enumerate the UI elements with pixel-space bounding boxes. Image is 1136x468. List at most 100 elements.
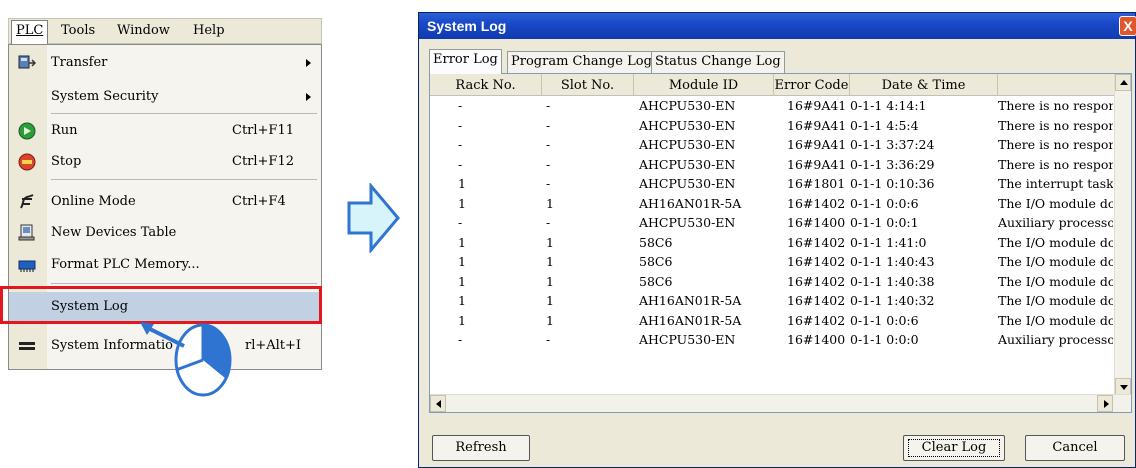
menu-item-label: Online Mode bbox=[51, 194, 136, 209]
table-row[interactable]: - - AHCPU530-EN 16#9A41 0-1-1 3:37:24 There i… bbox=[430, 135, 1114, 155]
cell-rack-no: 1 bbox=[458, 312, 466, 328]
menu-item-system-security[interactable]: System Security bbox=[9, 85, 321, 109]
cell-slot-no: 1 bbox=[546, 234, 554, 250]
run-icon bbox=[18, 122, 36, 140]
cell-rack-no: - bbox=[458, 137, 463, 152]
cell-error-code: 16#9A41 bbox=[787, 98, 847, 113]
system-info-icon bbox=[19, 342, 35, 350]
menu-item-shortcut: rl+Alt+I bbox=[245, 338, 302, 353]
cell-slot-no: 1 bbox=[546, 254, 554, 269]
cell-error-code: 16#1402 bbox=[787, 273, 846, 289]
scroll-right-button[interactable] bbox=[1097, 395, 1113, 412]
menu-bar: PLC Tools Window Help bbox=[8, 18, 322, 45]
transfer-icon bbox=[18, 55, 36, 69]
cell-error-code: 16#1402 bbox=[787, 254, 846, 269]
scroll-down-button[interactable] bbox=[1115, 378, 1131, 395]
cell-date-time: 0-1-1 3:37:24 bbox=[850, 137, 935, 152]
table-row[interactable]: 1 1 58C6 16#1402 0-1-1 1:40:38 The I/O module… bbox=[430, 272, 1114, 292]
column-header-error-code[interactable]: Error Code bbox=[774, 74, 850, 96]
cell-rack-no: 1 bbox=[458, 234, 466, 250]
cell-module-id: AHCPU530-EN bbox=[639, 98, 736, 113]
cell-error-code: 16#1801 bbox=[787, 176, 846, 191]
table-row[interactable]: - - AHCPU530-EN 16#9A41 0-1-1 4:5:4 There is … bbox=[430, 116, 1114, 136]
list-header: Rack No. Slot No. Module ID Error Code D… bbox=[430, 74, 1114, 96]
screenshot-stage: PLC Tools Window Help Transfer System Se… bbox=[0, 0, 1136, 468]
error-log-list[interactable]: Rack No. Slot No. Module ID Error Code D… bbox=[429, 73, 1132, 413]
horizontal-scrollbar[interactable] bbox=[430, 394, 1131, 412]
column-header-rack-no[interactable]: Rack No. bbox=[430, 74, 542, 96]
clear-log-button[interactable]: Clear Log bbox=[903, 435, 1005, 461]
cell-slot-no: - bbox=[546, 98, 551, 113]
cell-module-id: AHCPU530-EN bbox=[639, 215, 736, 230]
menubar-help[interactable]: Help bbox=[193, 23, 225, 38]
table-row[interactable]: - - AHCPU530-EN 16#1400 0-1-1 0:0:1 Auxiliary… bbox=[430, 213, 1114, 233]
menu-item-label: Transfer bbox=[51, 55, 108, 70]
cell-date-time: 0-1-1 0:0:6 bbox=[850, 195, 919, 211]
scroll-left-arrow-icon bbox=[436, 400, 441, 408]
tab-error-log[interactable]: Error Log bbox=[429, 49, 502, 74]
cell-error-code: 16#1402 bbox=[787, 293, 846, 308]
menubar-tools[interactable]: Tools bbox=[61, 23, 95, 38]
column-header-module-id[interactable]: Module ID bbox=[634, 74, 774, 96]
table-row[interactable]: 1 - AHCPU530-EN 16#1801 0-1-1 0:10:36 The int… bbox=[430, 174, 1114, 194]
cell-description: Auxiliary processo bbox=[998, 215, 1113, 230]
cell-date-time: 0-1-1 4:14:1 bbox=[850, 98, 927, 113]
cell-module-id: AHCPU530-EN bbox=[639, 117, 736, 133]
cell-slot-no: - bbox=[546, 156, 551, 172]
menu-item-run[interactable]: Run Ctrl+F11 bbox=[9, 119, 321, 143]
menu-item-label: New Devices Table bbox=[51, 225, 177, 240]
cell-date-time: 0-1-1 3:36:29 bbox=[850, 156, 935, 172]
cell-rack-no: 1 bbox=[458, 293, 466, 308]
column-header-slot-no[interactable]: Slot No. bbox=[542, 74, 634, 96]
cell-date-time: 0-1-1 0:0:6 bbox=[850, 312, 919, 328]
scroll-left-button[interactable] bbox=[430, 395, 446, 412]
column-header-description[interactable] bbox=[998, 74, 1114, 96]
table-row[interactable]: - - AHCPU530-EN 16#9A41 0-1-1 4:14:1 There is… bbox=[430, 96, 1114, 116]
refresh-button[interactable]: Refresh bbox=[432, 435, 530, 461]
menu-item-shortcut: Ctrl+F4 bbox=[232, 194, 286, 209]
menu-item-label: Stop bbox=[51, 154, 82, 169]
cell-slot-no: - bbox=[546, 215, 551, 230]
menu-item-format-plc-memory[interactable]: Format PLC Memory... bbox=[9, 253, 321, 277]
table-row[interactable]: 1 1 58C6 16#1402 0-1-1 1:41:0 The I/O module … bbox=[430, 233, 1114, 253]
close-button[interactable]: X bbox=[1119, 16, 1136, 36]
menu-item-online-mode[interactable]: Online Mode Ctrl+F4 bbox=[9, 190, 321, 214]
menu-item-label: Run bbox=[51, 123, 78, 138]
table-row[interactable]: 1 1 58C6 16#1402 0-1-1 1:40:43 The I/O module… bbox=[430, 252, 1114, 272]
tab-status-change-log[interactable]: Status Change Log bbox=[651, 51, 785, 73]
table-row[interactable]: - - AHCPU530-EN 16#1400 0-1-1 0:0:0 Auxiliary… bbox=[430, 330, 1114, 350]
menubar-window[interactable]: Window bbox=[117, 23, 170, 38]
right-arrow-icon bbox=[347, 183, 400, 253]
cell-error-code: 16#1402 bbox=[787, 312, 846, 328]
cell-error-code: 16#9A41 bbox=[787, 137, 847, 152]
cell-module-id: AH16AN01R-5A bbox=[639, 195, 742, 211]
scroll-down-arrow-icon bbox=[1120, 385, 1128, 390]
table-row[interactable]: 1 1 AH16AN01R-5A 16#1402 0-1-1 0:0:6 The I/O … bbox=[430, 311, 1114, 331]
cell-date-time: 0-1-1 0:0:0 bbox=[850, 332, 919, 347]
cell-description: The I/O module dc bbox=[998, 254, 1113, 269]
vertical-scrollbar[interactable] bbox=[1114, 74, 1131, 395]
cell-module-id: 58C6 bbox=[639, 273, 673, 289]
column-header-date-time[interactable]: Date & Time bbox=[850, 74, 998, 96]
menu-item-transfer[interactable]: Transfer bbox=[9, 51, 321, 75]
cell-slot-no: 1 bbox=[546, 293, 554, 308]
cell-slot-no: - bbox=[546, 117, 551, 133]
cancel-button[interactable]: Cancel bbox=[1025, 435, 1125, 461]
cell-description: There is no respor bbox=[998, 137, 1113, 152]
scroll-up-button[interactable] bbox=[1115, 74, 1131, 91]
table-row[interactable]: - - AHCPU530-EN 16#9A41 0-1-1 3:36:29 There i… bbox=[430, 155, 1114, 175]
cell-description: There is no respor bbox=[998, 156, 1113, 172]
table-row[interactable]: 1 1 AH16AN01R-5A 16#1402 0-1-1 0:0:6 The I/O … bbox=[430, 194, 1114, 214]
online-mode-icon bbox=[20, 194, 34, 209]
cell-module-id: AHCPU530-EN bbox=[639, 156, 736, 172]
pointer-arrow-icon bbox=[140, 322, 185, 348]
scroll-right-arrow-icon bbox=[1104, 400, 1109, 408]
cell-module-id: 58C6 bbox=[639, 254, 673, 269]
menu-item-stop[interactable]: Stop Ctrl+F12 bbox=[9, 150, 321, 174]
menubar-plc[interactable]: PLC bbox=[11, 20, 49, 45]
table-row[interactable]: 1 1 AH16AN01R-5A 16#1402 0-1-1 1:40:32 The I/… bbox=[430, 291, 1114, 311]
tab-program-change-log[interactable]: Program Change Log bbox=[507, 51, 656, 73]
menu-item-new-devices-table[interactable]: New Devices Table bbox=[9, 221, 321, 245]
submenu-arrow-icon bbox=[306, 93, 311, 101]
menu-separator bbox=[51, 283, 317, 284]
